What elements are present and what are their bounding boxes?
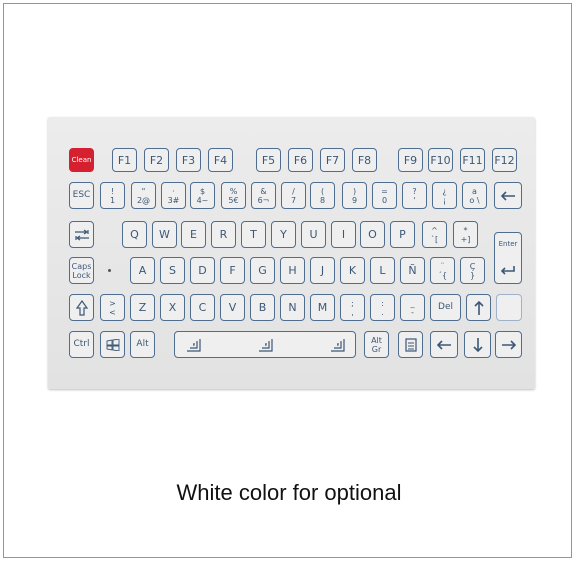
letter-key-^`[[interactable]: ^ `[ xyxy=(422,221,447,248)
letter-key-i[interactable]: I xyxy=(331,221,356,248)
windows-icon xyxy=(106,338,120,351)
right-shift-key[interactable] xyxy=(496,294,522,321)
left-shift-key[interactable] xyxy=(69,294,94,321)
letter-key-u[interactable]: U xyxy=(301,221,326,248)
number-key-9[interactable]: ) 9 xyxy=(342,182,367,209)
menu-icon xyxy=(404,337,417,352)
enter-key[interactable]: Enter xyxy=(494,232,522,284)
f11-key[interactable]: F11 xyxy=(460,148,485,172)
number-key-12[interactable]: ¿ ¡ xyxy=(432,182,457,209)
right-arrow-key[interactable] xyxy=(495,331,522,358)
letter-key-4[interactable]: F xyxy=(220,257,245,284)
space-bar[interactable] xyxy=(174,331,356,358)
letter-key-row5-3[interactable]: C xyxy=(190,294,215,321)
letter-key-7[interactable]: J xyxy=(310,257,335,284)
number-key-8[interactable]: (8 xyxy=(310,182,335,209)
letter-key-3[interactable]: D xyxy=(190,257,215,284)
shift-icon xyxy=(75,299,88,316)
number-key-7[interactable]: /7 xyxy=(281,182,306,209)
number-key-11[interactable]: ? ' xyxy=(402,182,427,209)
number-key-4[interactable]: $4~ xyxy=(190,182,215,209)
left-arrow-key[interactable] xyxy=(430,331,458,358)
f4-key[interactable]: F4 xyxy=(208,148,233,172)
caps-indicator-led xyxy=(108,269,111,272)
letter-key-2[interactable]: S xyxy=(160,257,185,284)
enter-arrow-icon xyxy=(500,265,516,275)
number-key-3[interactable]: · 3# xyxy=(161,182,186,209)
letter-key-11[interactable]: ¨ ´{ xyxy=(430,257,455,284)
space-grid-icon xyxy=(185,338,201,352)
f10-key[interactable]: F10 xyxy=(428,148,453,172)
letter-key-q[interactable]: Q xyxy=(122,221,147,248)
esc-key[interactable]: ESC xyxy=(69,182,94,209)
del-key[interactable]: Del xyxy=(430,294,461,321)
backspace-icon xyxy=(500,190,516,201)
backspace-key[interactable] xyxy=(494,182,522,209)
letter-key-8[interactable]: K xyxy=(340,257,365,284)
letter-key-w[interactable]: W xyxy=(152,221,177,248)
letter-key-row5-7[interactable]: M xyxy=(310,294,335,321)
down-arrow-icon xyxy=(472,337,483,353)
space-grid-icon xyxy=(329,338,345,352)
letter-key-9[interactable]: L xyxy=(370,257,395,284)
f9-key[interactable]: F9 xyxy=(398,148,423,172)
tab-icon xyxy=(74,229,90,241)
number-key-2[interactable]: " 2@ xyxy=(131,182,156,209)
letter-key-row5-10[interactable]: _ - xyxy=(400,294,425,321)
letter-key-e[interactable]: E xyxy=(181,221,206,248)
number-key-6[interactable]: & 6¬ xyxy=(251,182,276,209)
letter-key-row5-8[interactable]: ;, xyxy=(340,294,365,321)
letter-key-*+][interactable]: * +] xyxy=(453,221,478,248)
right-arrow-icon xyxy=(501,339,517,350)
enter-label: Enter xyxy=(498,240,518,249)
f1-key[interactable]: F1 xyxy=(112,148,137,172)
f12-key[interactable]: F12 xyxy=(492,148,517,172)
letter-key-5[interactable]: G xyxy=(250,257,275,284)
letter-key-row5-6[interactable]: N xyxy=(280,294,305,321)
letter-key-6[interactable]: H xyxy=(280,257,305,284)
f3-key[interactable]: F3 xyxy=(176,148,201,172)
letter-key-row5-2[interactable]: X xyxy=(160,294,185,321)
letter-key-y[interactable]: Y xyxy=(271,221,296,248)
f7-key[interactable]: F7 xyxy=(320,148,345,172)
number-key-5[interactable]: % 5€ xyxy=(221,182,246,209)
f8-key[interactable]: F8 xyxy=(352,148,377,172)
letter-key-10[interactable]: Ñ xyxy=(400,257,425,284)
up-arrow-icon xyxy=(473,300,484,316)
left-arrow-icon xyxy=(436,339,452,350)
f6-key[interactable]: F6 xyxy=(288,148,313,172)
letter-key-row5-4[interactable]: V xyxy=(220,294,245,321)
clean-key[interactable]: Clean xyxy=(69,148,94,172)
letter-key-1[interactable]: A xyxy=(130,257,155,284)
image-frame: Clean F1 F2 F3 F4 F5 F6 F7 F8 F9 F10 F11 F12 ESC! 1 " 2@… xyxy=(3,3,572,558)
windows-key[interactable] xyxy=(100,331,125,358)
f2-key[interactable]: F2 xyxy=(144,148,169,172)
f5-key[interactable]: F5 xyxy=(256,148,281,172)
letter-key-row5-5[interactable]: B xyxy=(250,294,275,321)
menu-key[interactable] xyxy=(398,331,423,358)
letter-key-r[interactable]: R xyxy=(211,221,236,248)
down-arrow-key[interactable] xyxy=(464,331,491,358)
caption: White color for optional xyxy=(176,480,402,505)
ctrl-key[interactable]: Ctrl xyxy=(69,331,94,358)
space-grid-icon xyxy=(257,338,273,352)
alt-gr-key[interactable]: Alt Gr xyxy=(364,331,389,358)
angle-bracket-key[interactable]: > < xyxy=(100,294,125,321)
letter-key-t[interactable]: T xyxy=(241,221,266,248)
letter-key-row5-9[interactable]: :. xyxy=(370,294,395,321)
letter-key-row5-1[interactable]: Z xyxy=(130,294,155,321)
number-key-1[interactable]: ! 1 xyxy=(100,182,125,209)
up-arrow-key[interactable] xyxy=(466,294,491,321)
letter-key-12[interactable]: Ç} xyxy=(460,257,485,284)
number-key-10[interactable]: = 0 xyxy=(372,182,397,209)
letter-key-p[interactable]: P xyxy=(390,221,415,248)
number-key-13[interactable]: ao \ xyxy=(462,182,487,209)
letter-key-o[interactable]: O xyxy=(360,221,385,248)
tab-key[interactable] xyxy=(69,221,94,248)
membrane-keyboard: Clean F1 F2 F3 F4 F5 F6 F7 F8 F9 F10 F11 F12 ESC! 1 " 2@… xyxy=(48,117,535,389)
alt-key[interactable]: Alt xyxy=(130,331,155,358)
caps-lock-key[interactable]: Caps Lock xyxy=(69,257,94,284)
